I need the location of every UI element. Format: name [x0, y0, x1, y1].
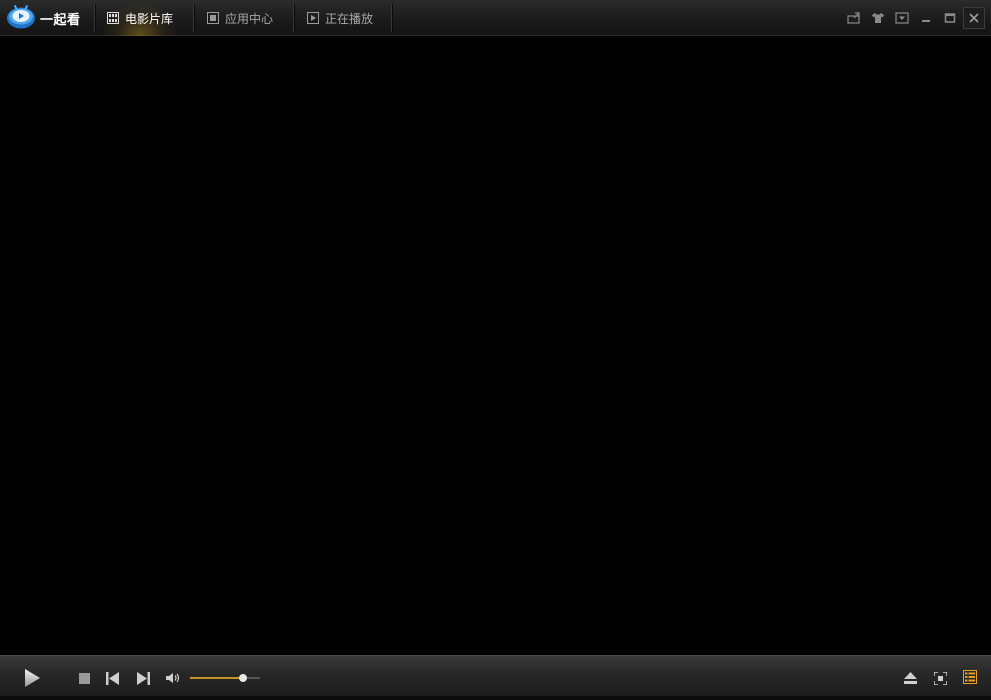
maximize-button[interactable]: [941, 9, 959, 27]
volume-icon: [165, 673, 179, 683]
tab-label: 正在播放: [325, 11, 374, 26]
divider: [94, 4, 96, 32]
stop-icon: [78, 672, 90, 684]
playlist-icon: [963, 670, 977, 684]
divider: [193, 4, 195, 32]
mini-mode-icon: [847, 12, 860, 24]
stop-button[interactable]: [76, 670, 92, 686]
app-box-icon: [207, 12, 219, 24]
tab-movie-library[interactable]: 电影片库: [98, 0, 182, 36]
bottom-edge: [0, 696, 991, 700]
video-display-area[interactable]: [0, 36, 991, 654]
tab-label: 应用中心: [225, 11, 274, 26]
play-box-icon: [307, 12, 319, 24]
minimize-icon: [922, 20, 930, 22]
skin-button[interactable]: [869, 9, 887, 27]
menu-dropdown-icon: [895, 12, 909, 24]
fullscreen-button[interactable]: [931, 669, 949, 687]
film-grid-icon: [107, 12, 119, 24]
playback-control-bar: [0, 655, 991, 700]
title-bar: 一起看 电影片库 应用中心 正在播放: [0, 0, 991, 36]
volume-level: [190, 677, 243, 679]
main-menu-button[interactable]: [893, 9, 911, 27]
minimize-button[interactable]: [917, 9, 935, 27]
app-brand-name: 一起看: [40, 13, 81, 28]
volume-button[interactable]: [165, 670, 181, 686]
next-icon: [137, 671, 150, 685]
previous-button[interactable]: [105, 670, 121, 686]
volume-slider-handle[interactable]: [238, 674, 247, 682]
divider: [293, 4, 295, 32]
eject-icon: [903, 672, 917, 684]
playlist-button[interactable]: [961, 668, 979, 686]
fullscreen-icon: [933, 671, 947, 685]
maximize-icon: [944, 13, 956, 23]
tab-app-center[interactable]: 应用中心: [207, 0, 273, 36]
skin-shirt-icon: [872, 13, 884, 23]
previous-icon: [106, 671, 119, 685]
close-icon: [969, 13, 979, 23]
eject-button[interactable]: [901, 669, 919, 687]
tab-now-playing[interactable]: 正在播放: [307, 0, 373, 36]
mini-mode-button[interactable]: [845, 9, 863, 27]
close-button[interactable]: [963, 7, 985, 29]
divider: [391, 4, 393, 32]
play-icon: [25, 669, 40, 687]
tv-logo-icon[interactable]: [6, 4, 36, 30]
tab-label: 电影片库: [125, 11, 174, 26]
volume-slider[interactable]: [190, 674, 260, 682]
play-button[interactable]: [20, 666, 44, 690]
next-button[interactable]: [135, 670, 151, 686]
